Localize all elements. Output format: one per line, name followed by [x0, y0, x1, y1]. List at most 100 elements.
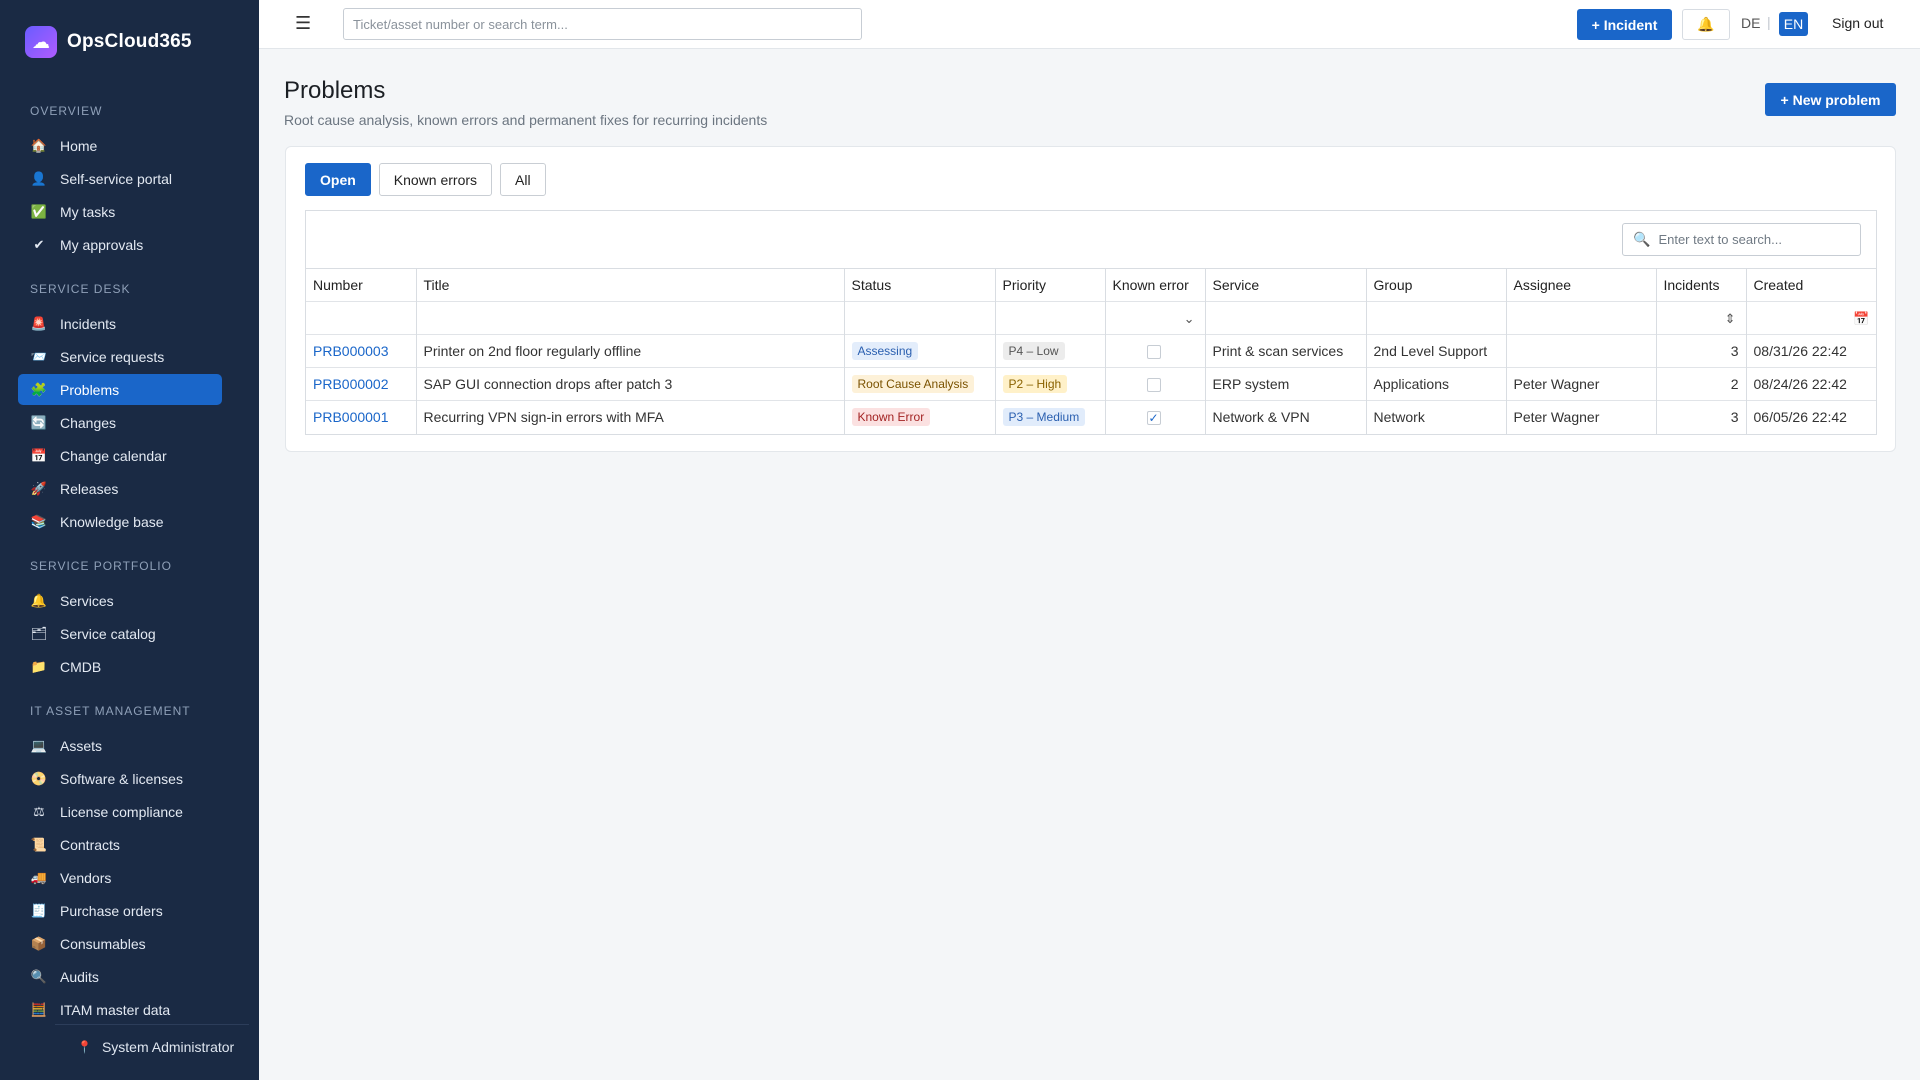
column-header[interactable]: Known error: [1105, 268, 1206, 302]
column-header[interactable]: Title: [416, 268, 845, 302]
filter-cell[interactable]: [995, 301, 1106, 335]
sign-out-link[interactable]: Sign out: [1832, 15, 1883, 31]
cell-status: Assessing: [844, 334, 996, 368]
nav-icon: 📜: [30, 836, 48, 852]
problem-number-link[interactable]: PRB000003: [313, 343, 389, 359]
calendar-icon[interactable]: 📅: [1853, 311, 1869, 326]
filter-cell[interactable]: [1205, 301, 1367, 335]
sidebar-item-cmdb[interactable]: 📁 CMDB: [18, 651, 222, 682]
filter-created[interactable]: 📅: [1746, 301, 1877, 335]
hamburger-menu-icon[interactable]: ☰: [295, 13, 311, 34]
tab-known-errors[interactable]: Known errors: [378, 163, 493, 196]
column-header[interactable]: Service: [1205, 268, 1367, 302]
sidebar-item-change-calendar[interactable]: 📅 Change calendar: [18, 440, 222, 471]
filter-known-error[interactable]: ⌄: [1105, 301, 1206, 335]
column-header[interactable]: Assignee: [1506, 268, 1657, 302]
tab-all[interactable]: All: [500, 163, 546, 196]
cell-service: Network & VPN: [1205, 400, 1367, 434]
sidebar-item-knowledge-base[interactable]: 📚 Knowledge base: [18, 506, 222, 537]
service-text: Network & VPN: [1212, 409, 1310, 426]
lang-de-link[interactable]: DE: [1741, 15, 1760, 31]
sidebar-item-label: Incidents: [60, 315, 117, 332]
column-header[interactable]: Created: [1746, 268, 1877, 302]
cell-title: Printer on 2nd floor regularly offline: [416, 334, 845, 368]
brand[interactable]: ☁ OpsCloud365: [25, 26, 192, 58]
nav-icon: 📚: [30, 513, 48, 529]
sidebar-item-label: License compliance: [60, 803, 183, 820]
column-header[interactable]: Number: [306, 268, 417, 302]
sidebar-item-assets[interactable]: 💻 Assets: [18, 730, 222, 761]
sidebar-item-home[interactable]: 🏠 Home: [18, 130, 222, 161]
notifications-bell-icon[interactable]: 🔔: [1682, 9, 1730, 40]
cell-group: 2nd Level Support: [1366, 334, 1507, 368]
problem-number-link[interactable]: PRB000002: [313, 376, 389, 392]
sidebar-item-my-tasks[interactable]: ✅ My tasks: [18, 196, 222, 227]
sidebar-item-label: Assets: [60, 737, 103, 754]
page-title: Problems: [284, 77, 386, 104]
column-header[interactable]: Priority: [995, 268, 1106, 302]
problem-title: Printer on 2nd floor regularly offline: [423, 343, 642, 359]
chevron-down-icon[interactable]: ⌄: [1184, 311, 1195, 326]
sidebar-item-consumables[interactable]: 📦 Consumables: [18, 928, 222, 959]
sidebar-item-services[interactable]: 🔔 Services: [18, 585, 222, 616]
sidebar-item-label: Service catalog: [60, 625, 156, 642]
sidebar-item-label: Change calendar: [60, 447, 167, 464]
lang-en-link[interactable]: EN: [1779, 12, 1808, 36]
table-row[interactable]: PRB000002 SAP GUI connection drops after …: [306, 367, 1877, 401]
column-header[interactable]: Group: [1366, 268, 1507, 302]
user-pin-icon: 📍: [77, 1040, 92, 1054]
user-profile[interactable]: 📍 System Administrator: [55, 1024, 249, 1055]
status-badge: Known Error: [851, 408, 931, 427]
sidebar-item-my-approvals[interactable]: ✔ My approvals: [18, 229, 222, 260]
sort-updown-icon[interactable]: ⇕: [1725, 311, 1736, 326]
sidebar-nav: OVERVIEW 🏠 Home 👤 Self-service portal ✅ My tas…: [18, 98, 222, 1027]
cell-incidents: 3: [1656, 400, 1747, 434]
sidebar-item-contracts[interactable]: 📜 Contracts: [18, 829, 222, 860]
status-badge: Root Cause Analysis: [851, 375, 975, 393]
sidebar-item-software-licenses[interactable]: 📀 Software & licenses: [18, 763, 222, 794]
grid-search[interactable]: 🔍: [1622, 223, 1861, 256]
filter-cell[interactable]: [1506, 301, 1657, 335]
new-problem-button[interactable]: + New problem: [1765, 83, 1896, 116]
sidebar-item-license-compliance[interactable]: ⚖ License compliance: [18, 796, 222, 827]
sidebar-item-changes[interactable]: 🔄 Changes: [18, 407, 222, 438]
global-search-input[interactable]: [343, 8, 862, 40]
table-row[interactable]: PRB000003 Printer on 2nd floor regularly …: [306, 334, 1877, 368]
priority-badge: P2 – High: [1002, 375, 1068, 393]
created-date: 06/05/26 22:42: [1753, 409, 1847, 426]
sidebar-item-label: Consumables: [60, 935, 146, 952]
filter-cell[interactable]: [306, 301, 417, 335]
cell-priority: P2 – High: [995, 367, 1106, 401]
grid-search-input[interactable]: [1658, 232, 1854, 247]
sidebar-item-incidents[interactable]: 🚨 Incidents: [18, 308, 222, 339]
sidebar-item-audits[interactable]: 🔍 Audits: [18, 961, 222, 992]
nav-icon: 📅: [30, 447, 48, 463]
table-row[interactable]: PRB000001 Recurring VPN sign-in errors wi…: [306, 400, 1877, 434]
sidebar-item-self-service-portal[interactable]: 👤 Self-service portal: [18, 163, 222, 194]
tab-open[interactable]: Open: [305, 163, 371, 196]
nav-icon: 📦: [30, 935, 48, 951]
column-header[interactable]: Incidents: [1656, 268, 1747, 302]
problem-number-link[interactable]: PRB000001: [313, 409, 389, 425]
sidebar-item-service-requests[interactable]: 📨 Service requests: [18, 341, 222, 372]
column-header[interactable]: Status: [844, 268, 996, 302]
sidebar-item-vendors[interactable]: 🚚 Vendors: [18, 862, 222, 893]
cell-incidents: 3: [1656, 334, 1747, 368]
filter-cell[interactable]: [416, 301, 845, 335]
sidebar-item-label: Purchase orders: [60, 902, 163, 919]
sidebar-item-purchase-orders[interactable]: 🧾 Purchase orders: [18, 895, 222, 926]
filter-cell[interactable]: [844, 301, 996, 335]
sidebar: ☁ OpsCloud365 OVERVIEW 🏠 Home 👤 Self-service…: [0, 0, 259, 1080]
nav-icon: 📨: [30, 348, 48, 364]
filter-incidents[interactable]: ⇕: [1656, 301, 1747, 335]
search-icon: 🔍: [1633, 231, 1651, 247]
sidebar-item-releases[interactable]: 🚀 Releases: [18, 473, 222, 504]
sidebar-item-problems[interactable]: 🧩 Problems: [18, 374, 222, 405]
new-incident-button[interactable]: + Incident: [1577, 9, 1672, 40]
cell-known-error: [1105, 367, 1206, 401]
sidebar-item-label: Home: [60, 137, 98, 154]
problems-table: Number Title Status Priority Known error Serv…: [306, 268, 1877, 434]
sidebar-item-itam-master-data[interactable]: 🧮 ITAM master data: [18, 994, 222, 1025]
filter-cell[interactable]: [1366, 301, 1507, 335]
sidebar-item-service-catalog[interactable]: 🗂 Service catalog: [18, 618, 222, 649]
